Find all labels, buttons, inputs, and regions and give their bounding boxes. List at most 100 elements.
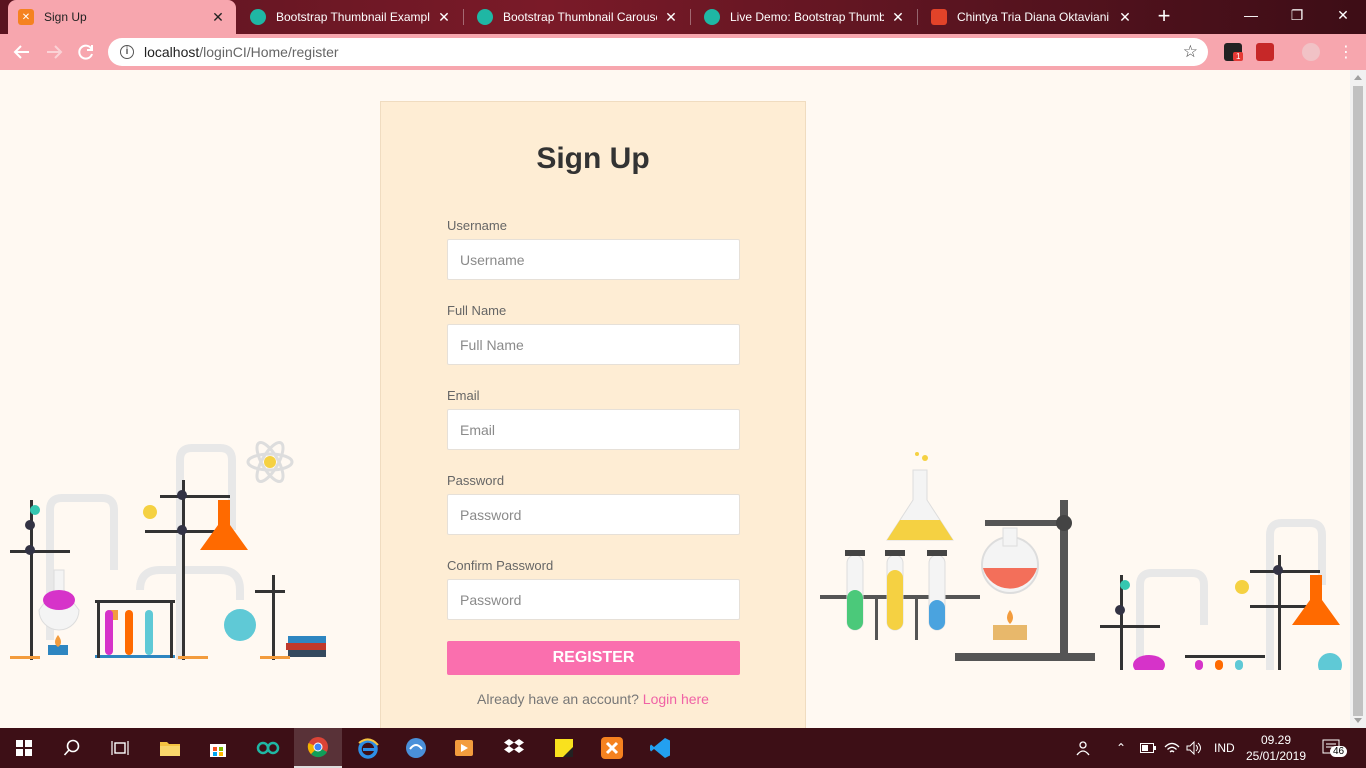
tab-separator bbox=[690, 9, 691, 25]
sticky-notes-taskbar[interactable] bbox=[540, 728, 588, 768]
page-title: Sign Up bbox=[536, 142, 650, 175]
notification-count-badge: 46 bbox=[1330, 746, 1348, 757]
tab-bootstrap-thumbnail-carousel[interactable]: Bootstrap Thumbnail Carousel ✕ bbox=[467, 0, 689, 34]
close-icon[interactable]: ✕ bbox=[890, 9, 906, 26]
browser-tab-strip: ✕ Sign Up ✕ Bootstrap Thumbnail Examples… bbox=[0, 0, 1366, 34]
tab-separator bbox=[463, 9, 464, 25]
back-arrow-icon bbox=[13, 45, 29, 59]
password-input[interactable] bbox=[447, 494, 740, 535]
profile-avatar[interactable] bbox=[1302, 43, 1320, 61]
register-button[interactable]: REGISTER bbox=[447, 641, 740, 675]
tab-bootstrap-thumbnail-examples[interactable]: Bootstrap Thumbnail Examples ✕ bbox=[240, 0, 462, 34]
tab-title: Sign Up bbox=[44, 10, 87, 24]
speaker-icon bbox=[1186, 741, 1201, 755]
globe-app-icon bbox=[406, 738, 426, 758]
close-icon[interactable]: ✕ bbox=[663, 9, 679, 26]
sticky-notes-icon bbox=[555, 739, 573, 757]
extension-icon[interactable]: 1 bbox=[1224, 43, 1244, 61]
new-tab-button[interactable]: + bbox=[1152, 5, 1176, 29]
tab-title: Bootstrap Thumbnail Examples bbox=[276, 10, 430, 24]
people-icon-svg bbox=[1076, 741, 1090, 756]
email-input[interactable] bbox=[447, 409, 740, 450]
internet-explorer-icon bbox=[358, 738, 379, 759]
tab-title: Chintya Tria Diana Oktaviani / bbox=[957, 10, 1111, 24]
close-icon[interactable]: ✕ bbox=[1117, 9, 1133, 26]
minimize-button[interactable]: — bbox=[1228, 0, 1274, 30]
scroll-up-arrow-icon[interactable] bbox=[1354, 75, 1362, 80]
search-icon bbox=[63, 739, 80, 756]
task-view-button[interactable] bbox=[96, 728, 144, 768]
tutorial-republic-icon bbox=[250, 9, 266, 25]
clock-date: 25/01/2019 bbox=[1245, 749, 1307, 763]
close-icon[interactable]: ✕ bbox=[436, 9, 452, 26]
login-prompt-text: Already have an account? bbox=[477, 691, 639, 707]
close-icon[interactable]: ✕ bbox=[210, 9, 226, 26]
browser-toolbar: i localhost/loginCI/Home/register ☆ 1 ⋮ bbox=[0, 34, 1366, 70]
file-explorer-taskbar[interactable] bbox=[146, 728, 194, 768]
vscode-taskbar[interactable] bbox=[636, 728, 684, 768]
forward-button[interactable] bbox=[42, 40, 66, 64]
battery-icon-svg bbox=[1140, 743, 1156, 753]
battery-icon[interactable] bbox=[1140, 728, 1156, 768]
wifi-icon-svg bbox=[1164, 742, 1180, 753]
arduino-icon bbox=[256, 741, 280, 755]
tab-title: Bootstrap Thumbnail Carousel bbox=[503, 10, 657, 24]
confirm-password-input[interactable] bbox=[447, 579, 740, 620]
login-prompt: Already have an account? Login here bbox=[381, 691, 805, 707]
edge-taskbar[interactable] bbox=[344, 728, 392, 768]
tutorial-republic-icon bbox=[704, 9, 720, 25]
chrome-taskbar[interactable] bbox=[294, 728, 342, 768]
bookmark-star-icon[interactable]: ☆ bbox=[1183, 42, 1198, 62]
page-scrollbar[interactable] bbox=[1350, 70, 1366, 728]
address-bar[interactable]: i localhost/loginCI/Home/register ☆ bbox=[108, 38, 1208, 66]
url-path: /loginCI/Home/register bbox=[199, 44, 339, 60]
chrome-icon bbox=[307, 737, 328, 758]
confirm-password-label: Confirm Password bbox=[447, 558, 554, 573]
reload-button[interactable] bbox=[74, 40, 98, 64]
tutorial-republic-icon bbox=[477, 9, 493, 25]
flash-extension-icon[interactable] bbox=[1256, 43, 1274, 61]
extension-badge: 1 bbox=[1233, 52, 1244, 61]
scroll-down-arrow-icon[interactable] bbox=[1354, 718, 1362, 723]
tab-live-demo[interactable]: Live Demo: Bootstrap Thumbnail ✕ bbox=[694, 0, 916, 34]
store-taskbar[interactable] bbox=[194, 728, 242, 768]
page-viewport: Sign Up Username Full Name Email Passwor… bbox=[0, 70, 1350, 728]
arduino-taskbar[interactable] bbox=[244, 728, 292, 768]
username-label: Username bbox=[447, 218, 507, 233]
folder-icon bbox=[160, 742, 180, 756]
app-taskbar-blue[interactable] bbox=[392, 728, 440, 768]
close-window-button[interactable]: ✕ bbox=[1320, 0, 1366, 30]
start-button[interactable] bbox=[0, 728, 48, 768]
full-name-input[interactable] bbox=[447, 324, 740, 365]
email-label: Email bbox=[447, 388, 480, 403]
lab-illustration-right bbox=[820, 452, 1342, 670]
site-info-icon[interactable]: i bbox=[120, 45, 134, 59]
tab-sign-up[interactable]: ✕ Sign Up ✕ bbox=[8, 0, 236, 34]
task-view-icon bbox=[111, 741, 129, 755]
vscode-icon bbox=[650, 738, 670, 758]
clock-time: 09.29 bbox=[1260, 733, 1292, 747]
xampp-icon: ✕ bbox=[18, 9, 34, 25]
gitlab-icon bbox=[931, 9, 947, 25]
people-icon[interactable] bbox=[1076, 728, 1094, 768]
xampp-taskbar[interactable] bbox=[588, 728, 636, 768]
action-center-button[interactable]: 46 bbox=[1322, 728, 1348, 768]
windows-logo-icon bbox=[16, 740, 32, 756]
scrollbar-thumb[interactable] bbox=[1353, 86, 1363, 716]
login-link[interactable]: Login here bbox=[643, 691, 709, 707]
forward-arrow-icon bbox=[47, 45, 63, 59]
back-button[interactable] bbox=[10, 40, 34, 64]
restore-button[interactable]: ❐ bbox=[1274, 0, 1320, 30]
dropbox-taskbar[interactable] bbox=[490, 728, 538, 768]
show-hidden-icons-chevron-icon[interactable]: ⌃ bbox=[1116, 728, 1126, 768]
language-indicator[interactable]: IND bbox=[1214, 728, 1235, 768]
wifi-icon[interactable] bbox=[1164, 728, 1180, 768]
username-input[interactable] bbox=[447, 239, 740, 280]
tab-separator bbox=[917, 9, 918, 25]
search-button[interactable] bbox=[48, 728, 96, 768]
taskbar-clock[interactable]: 09.29 25/01/2019 bbox=[1244, 732, 1308, 764]
volume-icon[interactable] bbox=[1186, 728, 1202, 768]
media-player-taskbar[interactable] bbox=[440, 728, 488, 768]
menu-kebab-icon[interactable]: ⋮ bbox=[1334, 40, 1358, 64]
tab-gitlab[interactable]: Chintya Tria Diana Oktaviani / ✕ bbox=[921, 0, 1143, 34]
